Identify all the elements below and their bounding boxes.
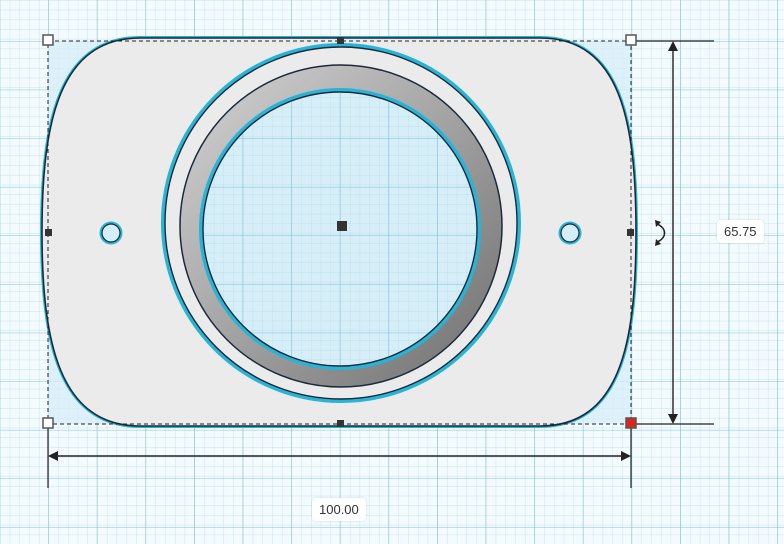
edge-handle-right[interactable] [627, 229, 634, 236]
corner-handle-top-right[interactable] [625, 34, 637, 46]
corner-handle-bottom-left[interactable] [42, 417, 54, 429]
corner-handle-bottom-right[interactable] [625, 417, 637, 429]
corner-handle-top-left[interactable] [42, 34, 54, 46]
screw-hole-right [558, 221, 582, 245]
edge-handle-left[interactable] [45, 229, 52, 236]
center-marker[interactable] [337, 221, 347, 231]
screw-hole-left [99, 221, 123, 245]
edge-handle-top[interactable] [337, 37, 344, 44]
width-dimension-input[interactable]: 100.00 [312, 498, 366, 521]
height-dimension-input[interactable]: 65.75 [717, 220, 764, 243]
edge-handle-bottom[interactable] [337, 420, 344, 427]
workplane-canvas[interactable] [0, 0, 784, 544]
